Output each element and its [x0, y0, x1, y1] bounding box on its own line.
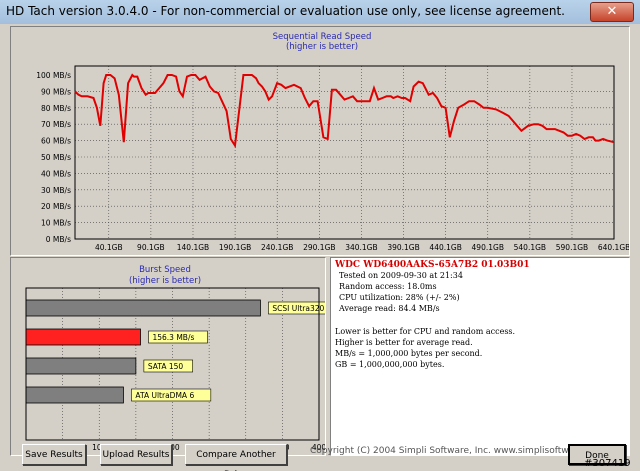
- close-button[interactable]: ✕: [590, 2, 634, 22]
- info-note: Lower is better for CPU and random acces…: [335, 327, 516, 336]
- seq-read-line: [74, 73, 615, 149]
- seq-x-tick-label: 290.1GB: [303, 243, 335, 252]
- seq-x-tick-label: 490.1GB: [472, 243, 504, 252]
- burst-bar-label: SCSI Ultra320: [272, 304, 324, 313]
- tested-date: Tested on 2009-09-30 at 21:34: [339, 271, 463, 280]
- burst-bars: SCSI Ultra320 156.3 MB/s SATA 150 ATA Ultra…: [25, 299, 343, 404]
- seq-y-tick-label: 60 MB/s: [41, 137, 71, 146]
- title-bar[interactable]: HD Tach version 3.0.4.0 - For non-commer…: [0, 0, 640, 24]
- drive-info-panel: WDC WD6400AAKS-65A7B2 01.03B01 Tested on…: [330, 257, 630, 456]
- watermark: #307419: [584, 458, 631, 469]
- burst-bar: [25, 328, 141, 346]
- burst-bar: [25, 386, 124, 404]
- burst-bar: [25, 357, 137, 375]
- seq-y-tick-label: 90 MB/s: [41, 87, 71, 96]
- seq-x-tick-label: 140.1GB: [177, 243, 209, 252]
- burst-chart-subtitle: (higher is better): [129, 276, 201, 286]
- seq-x-tick-label: 340.1GB: [345, 243, 377, 252]
- compare-drive-button[interactable]: Compare Another Drive: [185, 444, 287, 471]
- seq-y-tick-label: 0 MB/s: [46, 235, 71, 244]
- burst-bar: [25, 299, 261, 317]
- seq-x-tick-label: 640.1GB: [598, 243, 629, 252]
- burst-bar-label: 156.3 MB/s: [152, 333, 194, 342]
- seq-y-tick-label: 20 MB/s: [41, 202, 71, 211]
- seq-y-tick-label: 70 MB/s: [41, 120, 71, 129]
- seq-x-tick-label: 40.1GB: [95, 243, 123, 252]
- burst-speed-panel: Burst Speed (higher is better) SCSI Ultr…: [10, 257, 343, 456]
- info-note: Higher is better for average read.: [335, 338, 473, 347]
- app-window: HD Tach version 3.0.4.0 - For non-commer…: [0, 0, 640, 471]
- cpu-utilization: CPU utilization: 28% (+/- 2%): [339, 293, 460, 302]
- seq-chart-subtitle: (higher is better): [286, 42, 358, 52]
- seq-y-tick-label: 80 MB/s: [41, 104, 71, 113]
- seq-x-axis: 40.1GB 90.1GB 140.1GB 190.1GB 240.1GB 290.1GB…: [95, 243, 630, 252]
- save-results-button[interactable]: Save Results: [22, 444, 86, 465]
- seq-y-tick-label: 30 MB/s: [41, 186, 71, 195]
- seq-y-tick-label: 50 MB/s: [41, 153, 71, 162]
- seq-x-tick-label: 540.1GB: [514, 243, 546, 252]
- seq-x-tick-label: 390.1GB: [387, 243, 419, 252]
- seq-x-tick-label: 590.1GB: [556, 243, 588, 252]
- burst-bar-label: SATA 150: [148, 362, 184, 371]
- drive-info-text: WDC WD6400AAKS-65A7B2 01.03B01 Tested on…: [335, 260, 625, 371]
- seq-y-tick-label: 100 MB/s: [36, 71, 71, 80]
- seq-y-axis: 100 MB/s 90 MB/s 80 MB/s 70 MB/s 60 MB/s 50 M…: [36, 71, 71, 244]
- burst-bar-label: ATA UltraDMA 6: [135, 391, 194, 400]
- copyright-text: Copyright (C) 2004 Simpli Software, Inc.…: [310, 446, 606, 456]
- sequential-read-chart: Sequential Read Speed (higher is better)…: [36, 32, 630, 252]
- info-note: GB = 1,000,000,000 bytes.: [335, 360, 445, 369]
- random-access: Random access: 18.0ms: [339, 282, 437, 291]
- seq-y-tick-label: 10 MB/s: [41, 219, 71, 228]
- info-note: MB/s = 1,000,000 bytes per second.: [335, 349, 483, 358]
- seq-x-tick-label: 190.1GB: [219, 243, 251, 252]
- seq-y-tick-label: 40 MB/s: [41, 169, 71, 178]
- window-title: HD Tach version 3.0.4.0 - For non-commer…: [6, 4, 565, 18]
- client-area: Sequential Read Speed (higher is better)…: [8, 24, 632, 463]
- seq-x-tick-label: 240.1GB: [261, 243, 293, 252]
- burst-speed-chart: Burst Speed (higher is better) SCSI Ultr…: [24, 265, 343, 452]
- drive-model: WDC WD6400AAKS-65A7B2 01.03B01: [335, 260, 530, 270]
- average-read: Average read: 84.4 MB/s: [339, 304, 440, 313]
- close-icon: ✕: [606, 4, 618, 19]
- burst-chart-title: Burst Speed: [139, 265, 191, 275]
- seq-chart-title: Sequential Read Speed: [273, 32, 372, 42]
- upload-results-button[interactable]: Upload Results: [100, 444, 172, 465]
- seq-x-tick-label: 90.1GB: [137, 243, 165, 252]
- sequential-read-panel: Sequential Read Speed (higher is better)…: [10, 26, 630, 256]
- seq-x-tick-label: 440.1GB: [429, 243, 461, 252]
